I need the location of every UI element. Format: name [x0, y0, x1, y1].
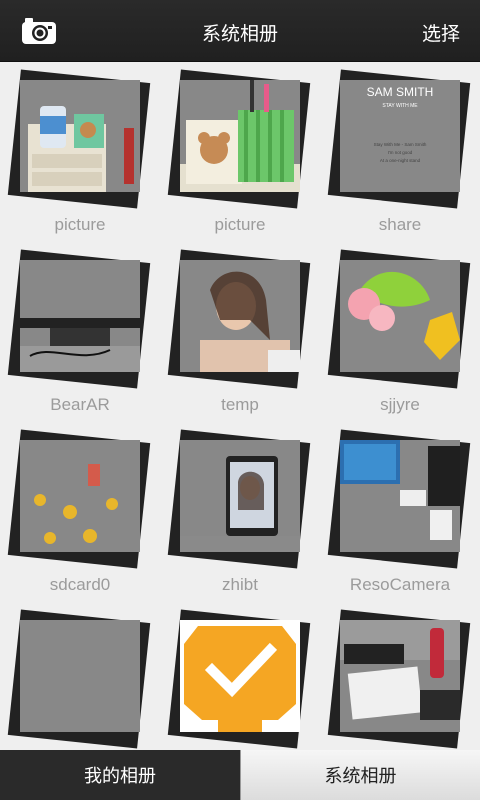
album-thumbnail	[180, 80, 300, 192]
album-thumbnail	[20, 440, 140, 552]
album-thumbnail: SAM SMITH STAY WITH ME Stay With Me - Sa…	[340, 80, 460, 192]
album-item[interactable]: zhibt	[160, 422, 320, 602]
album-thumbnail	[340, 620, 460, 732]
album-item[interactable]: temp	[160, 242, 320, 422]
album-name: sdcard0	[49, 575, 111, 594]
album-thumbnail	[180, 440, 300, 552]
album-name: BearAR	[50, 395, 110, 414]
top-bar: 系统相册 选择	[0, 0, 480, 62]
album-item[interactable]	[160, 602, 320, 750]
album-thumbnail	[340, 440, 460, 552]
album-name: picture	[54, 215, 106, 234]
album-thumbnail	[20, 620, 140, 732]
album-name: ResoCamera	[349, 575, 451, 594]
album-name: picture	[214, 215, 266, 234]
album-item[interactable]	[0, 602, 160, 750]
album-item[interactable]: sdcard0	[0, 422, 160, 602]
album-grid: picture picture SAM SMITH STAY WITH ME S…	[0, 62, 480, 750]
album-item[interactable]: SAM SMITH STAY WITH ME Stay With Me - Sa…	[320, 62, 480, 242]
tab-system-albums[interactable]: 系统相册	[240, 750, 480, 800]
tab-my-albums[interactable]: 我的相册	[0, 750, 240, 800]
album-item[interactable]: picture	[160, 62, 320, 242]
album-item[interactable]: BearAR	[0, 242, 160, 422]
album-thumbnail	[340, 260, 460, 372]
album-thumbnail	[180, 260, 300, 372]
album-item[interactable]: picture	[0, 62, 160, 242]
album-name: share	[378, 215, 422, 234]
album-item[interactable]	[320, 602, 480, 750]
share-art-text: At a one-night stand	[380, 158, 421, 163]
album-thumbnail	[20, 80, 140, 192]
share-art-subtitle: STAY WITH ME	[382, 103, 418, 109]
share-art-title: SAM SMITH	[367, 85, 434, 99]
album-name: temp	[221, 395, 259, 414]
album-item[interactable]: sjjyre	[320, 242, 480, 422]
album-name: zhibt	[222, 575, 258, 594]
album-thumbnail	[20, 260, 140, 372]
page-title: 系统相册	[201, 23, 278, 45]
album-item[interactable]: ResoCamera	[320, 422, 480, 602]
share-art-text: I'm not good	[388, 150, 413, 155]
share-art-text: Stay With Me - Sam Smith	[374, 142, 427, 147]
album-name: sjjyre	[380, 395, 420, 414]
select-button[interactable]: 选择	[422, 19, 460, 46]
album-thumbnail	[180, 620, 300, 732]
bottom-tab-bar: 我的相册 系统相册	[0, 750, 480, 800]
